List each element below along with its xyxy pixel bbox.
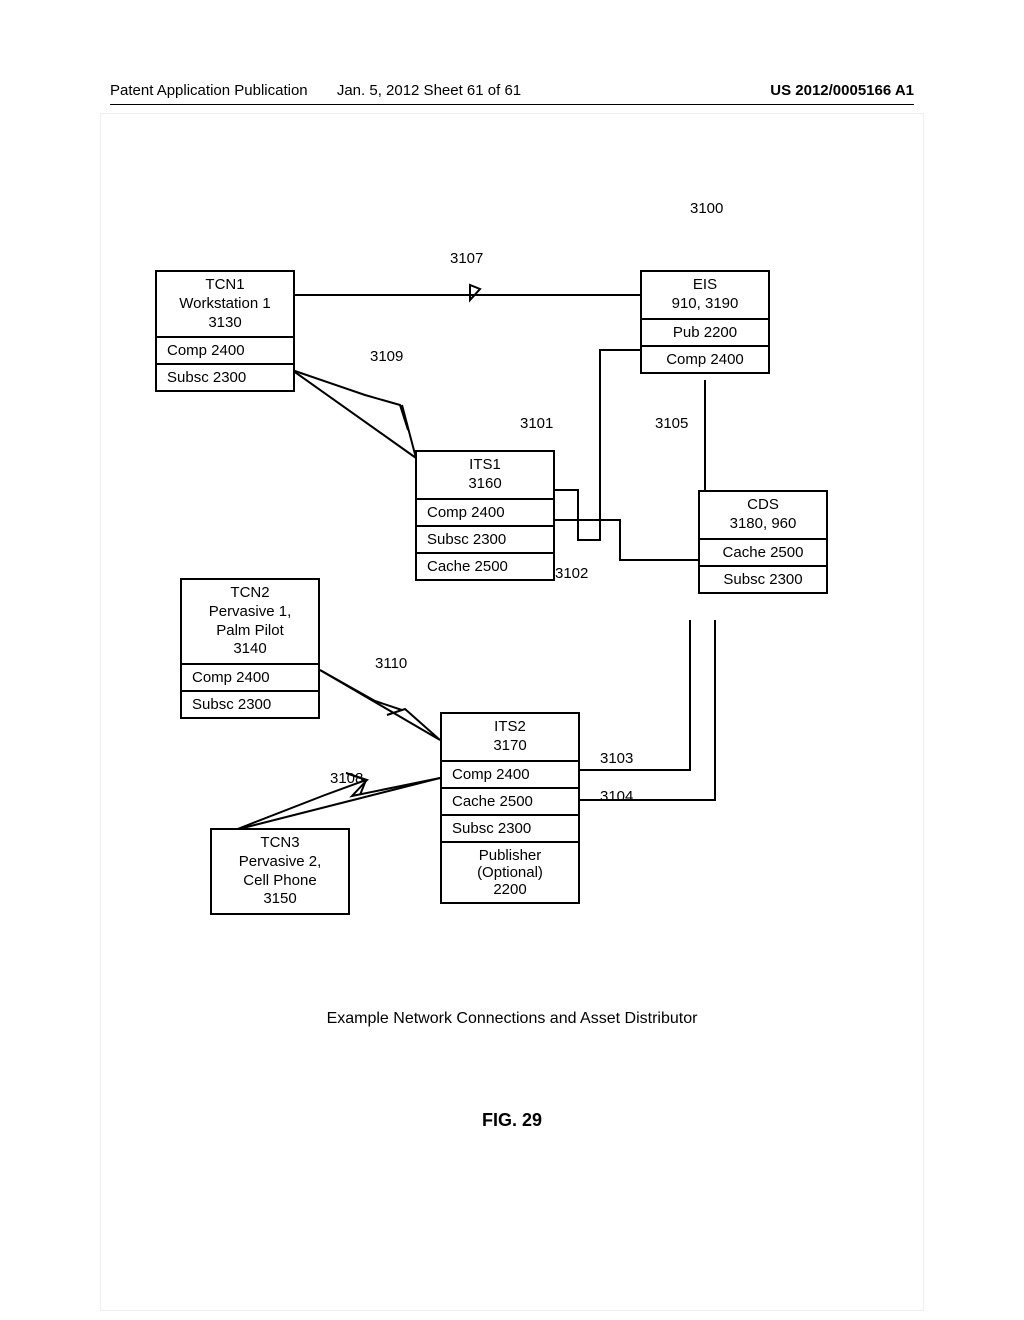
figure-caption: Example Network Connections and Asset Di… — [100, 1010, 924, 1028]
tcn2-box: TCN2 Pervasive 1, Palm Pilot 3140 Comp 2… — [180, 578, 320, 719]
eis-box: EIS 910, 3190 Pub 2200 Comp 2400 — [640, 270, 770, 374]
tcn1-comp: Comp 2400 — [157, 338, 293, 365]
figure-diagram: 3100 3107 3109 3101 3105 3102 3110 3108 … — [100, 180, 924, 1080]
ref-3105: 3105 — [655, 415, 688, 432]
its2-header: ITS2 3170 — [442, 714, 578, 762]
tcn1-header: TCN1 Workstation 1 3130 — [157, 272, 293, 338]
tcn3-title3: Cell Phone — [243, 872, 316, 889]
eis-comp: Comp 2400 — [642, 347, 768, 372]
ref-3107: 3107 — [450, 250, 483, 267]
tcn1-title2: Workstation 1 — [179, 295, 270, 312]
header-right-text: US 2012/0005166 A1 — [770, 82, 914, 99]
its2-comp: Comp 2400 — [442, 762, 578, 789]
tcn3-box: TCN3 Pervasive 2, Cell Phone 3150 — [210, 828, 350, 915]
its2-subsc: Subsc 2300 — [442, 816, 578, 843]
figure-number: FIG. 29 — [0, 1110, 1024, 1131]
ref-3102: 3102 — [555, 565, 588, 582]
tcn1-title1: TCN1 — [205, 276, 244, 293]
its1-header: ITS1 3160 — [417, 452, 553, 500]
tcn2-title4: 3140 — [233, 640, 266, 657]
tcn2-subsc: Subsc 2300 — [182, 692, 318, 717]
tcn2-title2: Pervasive 1, — [209, 603, 292, 620]
page-header: Patent Application Publication Jan. 5, 2… — [0, 82, 1024, 99]
tcn1-title3: 3130 — [208, 314, 241, 331]
tcn2-title1: TCN2 — [230, 584, 269, 601]
ref-3101: 3101 — [520, 415, 553, 432]
cds-title2: 3180, 960 — [730, 515, 797, 532]
eis-header: EIS 910, 3190 — [642, 272, 768, 320]
its2-box: ITS2 3170 Comp 2400 Cache 2500 Subsc 230… — [440, 712, 580, 904]
its1-title1: ITS1 — [469, 456, 501, 473]
cds-subsc: Subsc 2300 — [700, 567, 826, 592]
eis-title2: 910, 3190 — [672, 295, 739, 312]
its1-comp: Comp 2400 — [417, 500, 553, 527]
tcn3-title4: 3150 — [263, 890, 296, 907]
tcn1-box: TCN1 Workstation 1 3130 Comp 2400 Subsc … — [155, 270, 295, 392]
eis-pub: Pub 2200 — [642, 320, 768, 347]
its2-pub2: (Optional) — [477, 864, 543, 881]
its2-title1: ITS2 — [494, 718, 526, 735]
cds-header: CDS 3180, 960 — [700, 492, 826, 540]
ref-3108: 3108 — [330, 770, 363, 787]
ref-3109: 3109 — [370, 348, 403, 365]
ref-3110: 3110 — [375, 655, 407, 672]
tcn1-subsc: Subsc 2300 — [157, 365, 293, 390]
its2-cache: Cache 2500 — [442, 789, 578, 816]
its1-title2: 3160 — [468, 475, 501, 492]
tcn3-header: TCN3 Pervasive 2, Cell Phone 3150 — [212, 830, 348, 913]
tcn2-comp: Comp 2400 — [182, 665, 318, 692]
tcn2-header: TCN2 Pervasive 1, Palm Pilot 3140 — [182, 580, 318, 665]
its1-cache: Cache 2500 — [417, 554, 553, 579]
cds-cache: Cache 2500 — [700, 540, 826, 567]
cds-box: CDS 3180, 960 Cache 2500 Subsc 2300 — [698, 490, 828, 594]
its1-subsc: Subsc 2300 — [417, 527, 553, 554]
its2-pub1: Publisher — [479, 847, 542, 864]
ref-3103: 3103 — [600, 750, 633, 767]
cds-title1: CDS — [747, 496, 779, 513]
eis-title1: EIS — [693, 276, 717, 293]
its2-pub3: 2200 — [493, 881, 526, 898]
header-left: Patent Application Publication Jan. 5, 2… — [110, 82, 521, 99]
header-mid-text: Jan. 5, 2012 Sheet 61 of 61 — [337, 82, 521, 99]
header-left-text: Patent Application Publication — [110, 82, 308, 99]
its2-pub: Publisher (Optional) 2200 — [442, 843, 578, 902]
ref-3104: 3104 — [600, 788, 633, 805]
ref-3100: 3100 — [690, 200, 723, 217]
header-rule — [110, 104, 914, 105]
tcn3-title1: TCN3 — [260, 834, 299, 851]
its1-box: ITS1 3160 Comp 2400 Subsc 2300 Cache 250… — [415, 450, 555, 581]
its2-title2: 3170 — [493, 737, 526, 754]
tcn2-title3: Palm Pilot — [216, 622, 284, 639]
tcn3-title2: Pervasive 2, — [239, 853, 322, 870]
